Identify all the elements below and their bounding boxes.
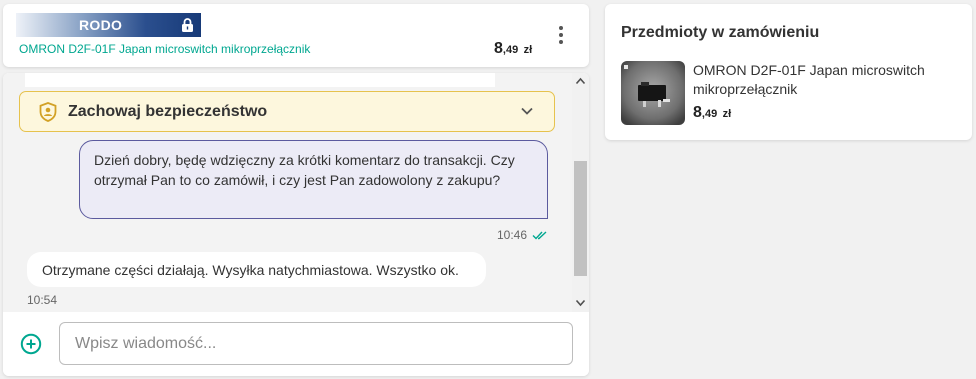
- add-circle-icon[interactable]: [20, 333, 42, 355]
- chat-panel: Zachowaj bezpieczeństwo Dzień dobry, będ…: [3, 73, 589, 376]
- previous-message-edge: [25, 73, 495, 87]
- outgoing-message: Dzień dobry, będę wdzięczny za krótki ko…: [79, 140, 548, 219]
- item-price: 8,49 zł: [693, 104, 731, 122]
- price-fraction: ,49: [701, 108, 718, 120]
- shield-user-icon: [39, 102, 57, 122]
- composer: [3, 312, 589, 376]
- conversation-column: RODO OMRON D2F-01F Japan microswitch mik…: [3, 4, 589, 376]
- scrollbar-thumb[interactable]: [574, 161, 587, 276]
- incoming-message-time: 10:54: [27, 293, 58, 307]
- double-check-icon: [532, 231, 547, 240]
- product-title-link[interactable]: OMRON D2F-01F Japan microswitch mikroprz…: [19, 42, 310, 56]
- price-currency: zł: [722, 108, 732, 120]
- price-integer: 8: [494, 40, 503, 57]
- price-integer: 8: [693, 104, 702, 121]
- microswitch-image: [621, 61, 685, 125]
- kebab-menu-icon[interactable]: [554, 24, 568, 48]
- item-thumbnail[interactable]: [621, 61, 685, 125]
- safety-banner-title: Zachowaj bezpieczeństwo: [68, 103, 268, 120]
- item-name[interactable]: OMRON D2F-01F Japan microswitch mikroprz…: [693, 61, 953, 99]
- incoming-message: Otrzymane części działają. Wysyłka natyc…: [27, 252, 486, 287]
- chevron-down-icon[interactable]: [520, 105, 534, 117]
- order-items-panel: Przedmioty w zamówieniu OMRON D2F-01F Ja…: [605, 4, 972, 140]
- message-list[interactable]: Zachowaj bezpieczeństwo Dzień dobry, będ…: [3, 73, 572, 312]
- outgoing-message-time: 10:46: [497, 228, 528, 242]
- lock-icon: [182, 18, 193, 32]
- conversation-header: RODO OMRON D2F-01F Japan microswitch mik…: [3, 4, 589, 67]
- message-input[interactable]: [59, 322, 573, 365]
- price-fraction: ,49: [502, 44, 519, 56]
- safety-banner[interactable]: Zachowaj bezpieczeństwo: [19, 91, 555, 132]
- order-items-title: Przedmioty w zamówieniu: [621, 24, 820, 41]
- scroll-up-icon[interactable]: [575, 77, 586, 85]
- price-currency: zł: [523, 44, 533, 56]
- scroll-down-icon[interactable]: [575, 299, 586, 307]
- rodo-badge: RODO: [16, 13, 201, 37]
- header-price: 8,49 zł: [494, 40, 532, 58]
- chat-scrollbar[interactable]: [572, 73, 589, 312]
- rodo-badge-label: RODO: [79, 17, 123, 33]
